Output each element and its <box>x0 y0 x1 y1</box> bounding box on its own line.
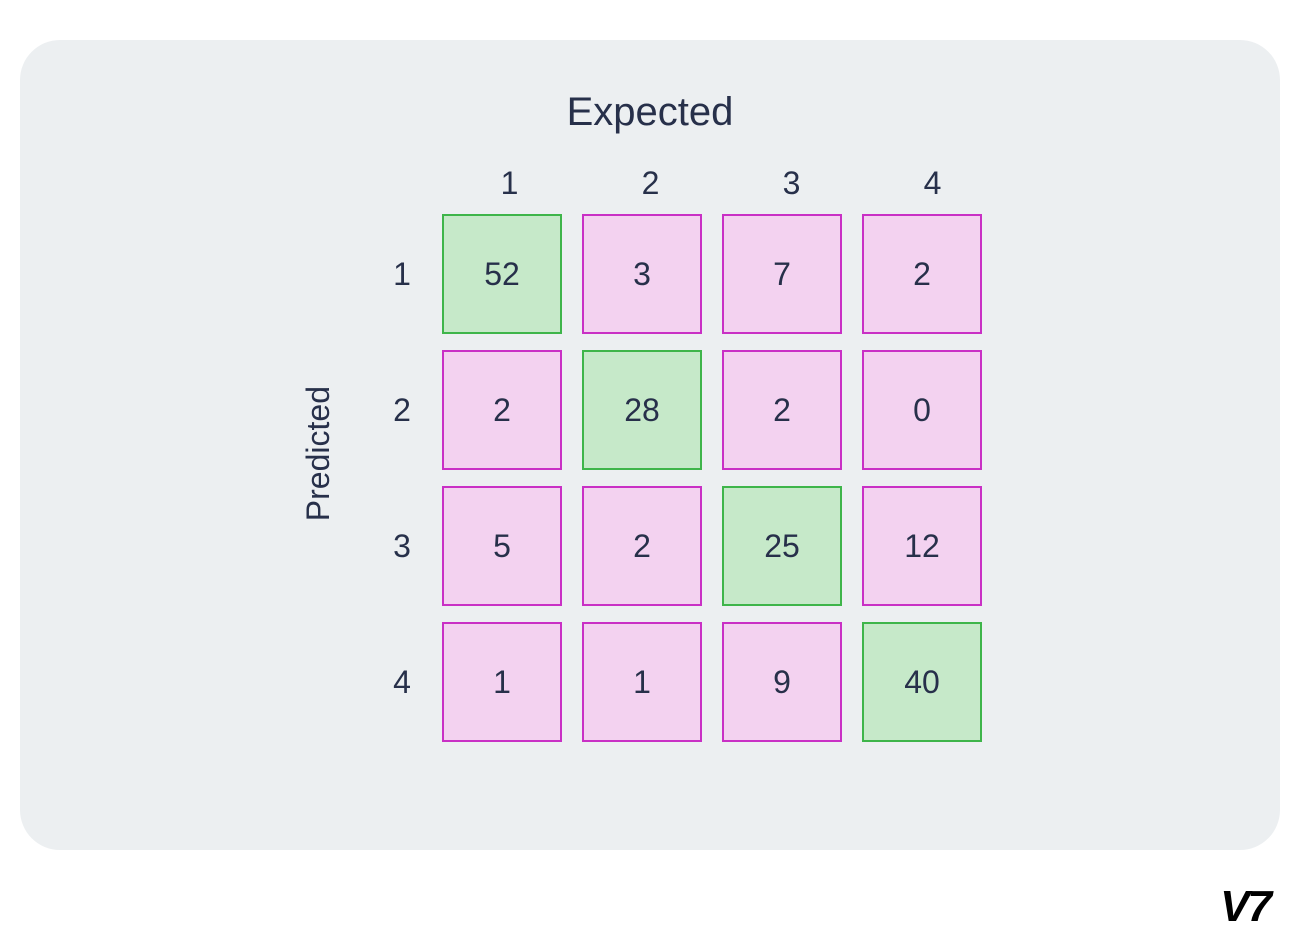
cell-4-2: 1 <box>582 622 702 742</box>
cell-4-4: 40 <box>862 622 982 742</box>
cell-3-4: 12 <box>862 486 982 606</box>
cell-4-3: 9 <box>722 622 842 742</box>
col-header-1: 1 <box>442 165 577 202</box>
matrix-row-1: 1 52 3 7 2 <box>372 214 1000 334</box>
cell-1-4: 2 <box>862 214 982 334</box>
row-header-1: 1 <box>372 256 432 293</box>
x-axis-label: Expected <box>567 90 734 135</box>
cell-3-2: 2 <box>582 486 702 606</box>
cell-2-2: 28 <box>582 350 702 470</box>
row-header-2: 2 <box>372 392 432 429</box>
cell-2-3: 2 <box>722 350 842 470</box>
cell-2-1: 2 <box>442 350 562 470</box>
y-axis-label: Predicted <box>300 386 337 521</box>
cell-1-1: 52 <box>442 214 562 334</box>
matrix-row-2: 2 2 28 2 0 <box>372 350 1000 470</box>
col-header-3: 3 <box>724 165 859 202</box>
matrix-rows: 1 52 3 7 2 2 2 28 2 0 3 5 2 25 <box>372 214 1000 742</box>
cell-2-4: 0 <box>862 350 982 470</box>
col-header-2: 2 <box>583 165 718 202</box>
cell-3-1: 5 <box>442 486 562 606</box>
matrix-area: Predicted 1 2 3 4 1 52 3 7 2 2 2 <box>300 165 1000 742</box>
confusion-matrix-card: Expected Predicted 1 2 3 4 1 52 3 7 2 2 <box>20 40 1280 850</box>
column-headers: 1 2 3 4 <box>442 165 1000 202</box>
cell-1-2: 3 <box>582 214 702 334</box>
matrix-row-3: 3 5 2 25 12 <box>372 486 1000 606</box>
row-header-3: 3 <box>372 528 432 565</box>
grid-wrapper: 1 2 3 4 1 52 3 7 2 2 2 28 2 0 <box>372 165 1000 742</box>
col-header-4: 4 <box>865 165 1000 202</box>
matrix-row-4: 4 1 1 9 40 <box>372 622 1000 742</box>
row-header-4: 4 <box>372 664 432 701</box>
cell-4-1: 1 <box>442 622 562 742</box>
v7-logo: V7 <box>1220 882 1270 932</box>
cell-1-3: 7 <box>722 214 842 334</box>
cell-3-3: 25 <box>722 486 842 606</box>
